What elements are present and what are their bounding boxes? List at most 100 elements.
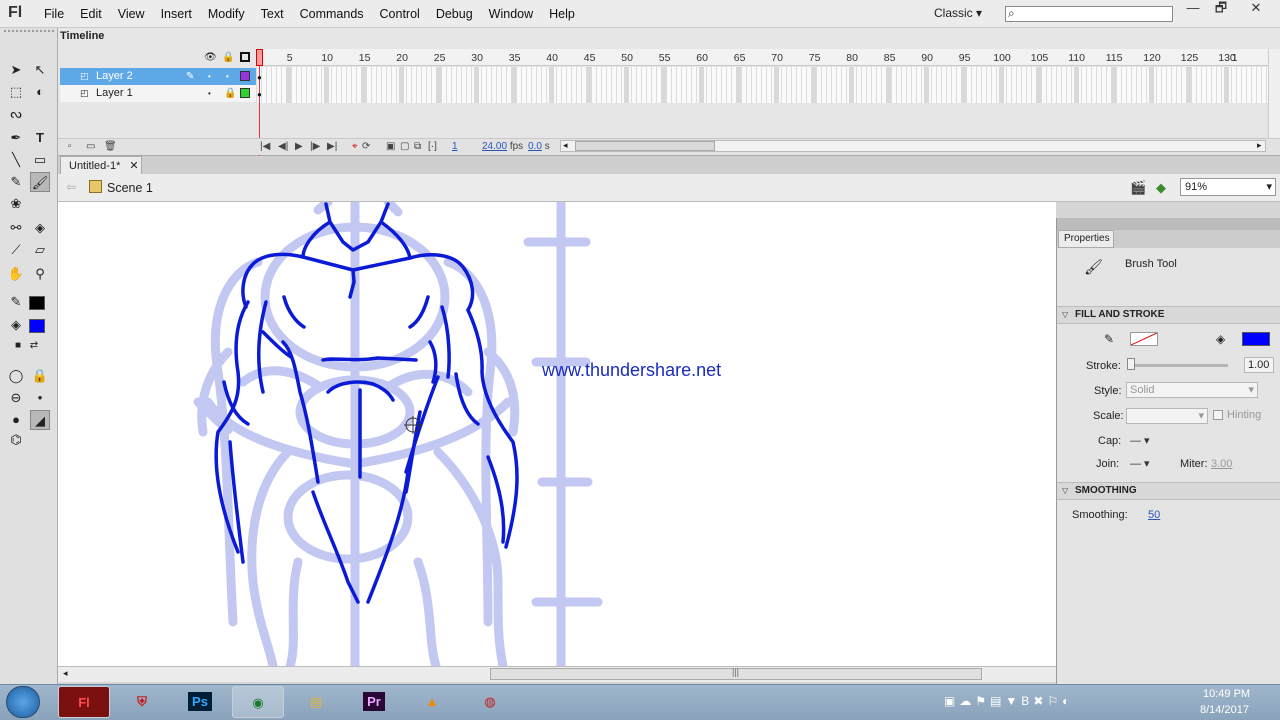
chrome-taskbar-icon[interactable]: ◉ bbox=[232, 686, 284, 718]
menu-control[interactable]: Control bbox=[372, 0, 428, 28]
panel-grip[interactable] bbox=[4, 30, 54, 38]
onion-outline-icon[interactable]: ▢ bbox=[400, 141, 409, 152]
scene-label[interactable]: Scene 1 bbox=[107, 181, 153, 195]
search-input[interactable] bbox=[1005, 6, 1173, 22]
menu-view[interactable]: View bbox=[110, 0, 153, 28]
explorer-taskbar-icon[interactable]: ▤ bbox=[290, 686, 342, 718]
document-tab[interactable]: Untitled-1* ✕ bbox=[60, 156, 142, 174]
paint-bucket-tool-icon[interactable]: ◈ bbox=[30, 218, 50, 238]
lock-fill-icon[interactable]: 🔒 bbox=[30, 366, 50, 386]
lock-icon[interactable]: 🔒 bbox=[222, 52, 234, 63]
zoom-tool-icon[interactable]: ⚲ bbox=[30, 264, 50, 284]
line-tool-icon[interactable]: ╲ bbox=[6, 150, 26, 170]
back-arrow-icon[interactable]: ⇦ bbox=[66, 180, 76, 194]
system-tray-icons[interactable]: ▣☁⚑▤▼B✖⚐◐ bbox=[944, 694, 1073, 708]
vlc-taskbar-icon[interactable]: ▲ bbox=[406, 686, 458, 718]
stroke-slider[interactable] bbox=[1130, 364, 1228, 367]
center-frame-icon[interactable]: ⌖ bbox=[352, 141, 358, 152]
lock-icon[interactable]: 🔒 bbox=[224, 85, 236, 102]
deco-tool-icon[interactable]: ❀ bbox=[6, 194, 26, 214]
go-first-icon[interactable]: |◀ bbox=[260, 141, 270, 152]
rectangle-tool-icon[interactable]: ▭ bbox=[30, 150, 50, 170]
fill-color-swatch[interactable] bbox=[1242, 332, 1270, 346]
style-select[interactable]: Solid ▾ bbox=[1126, 382, 1258, 398]
close-icon[interactable]: ✕ bbox=[129, 160, 138, 172]
pen-tool-icon[interactable]: ✒ bbox=[6, 128, 26, 148]
chevron-left-icon[interactable]: ◂ bbox=[563, 140, 568, 151]
clock-date[interactable]: 8/14/2017 bbox=[1200, 704, 1249, 716]
scale-select[interactable]: ▾ bbox=[1126, 408, 1208, 424]
loop-icon[interactable]: ⟳ bbox=[362, 141, 370, 152]
play-icon[interactable]: ▶ bbox=[295, 141, 303, 152]
frame-rate[interactable]: 24.00 fps bbox=[482, 141, 523, 152]
free-transform-tool-icon[interactable]: ⬚ bbox=[6, 82, 26, 102]
pencil-tool-icon[interactable]: ✎ bbox=[6, 172, 26, 192]
layer-row-layer1[interactable]: ◰ Layer 1 • 🔒 bbox=[60, 85, 256, 102]
menu-text[interactable]: Text bbox=[253, 0, 292, 28]
onion-markers-icon[interactable]: [·] bbox=[428, 141, 437, 152]
chevron-right-icon[interactable]: ▸ bbox=[1257, 140, 1262, 151]
smoothing-value[interactable]: 50 bbox=[1148, 509, 1160, 521]
menu-window[interactable]: Window bbox=[481, 0, 541, 28]
fill-color-swatch[interactable] bbox=[29, 319, 45, 333]
object-drawing-icon[interactable]: ◯ bbox=[6, 366, 26, 386]
stroke-color-swatch[interactable] bbox=[1130, 332, 1158, 346]
delete-layer-icon[interactable]: 🗑 bbox=[104, 141, 117, 152]
selection-tool-icon[interactable]: ➤ bbox=[6, 60, 26, 80]
minimize-button[interactable]: — bbox=[1180, 0, 1206, 18]
frame-grid[interactable] bbox=[256, 67, 1268, 103]
clock-time[interactable]: 10:49 PM bbox=[1203, 688, 1250, 700]
join-select[interactable]: — ▾ bbox=[1130, 457, 1150, 470]
menu-help[interactable]: Help bbox=[541, 0, 583, 28]
go-last-icon[interactable]: ▶| bbox=[327, 141, 337, 152]
visibility-dot[interactable]: • bbox=[208, 85, 211, 102]
hinting-checkbox[interactable] bbox=[1213, 410, 1223, 420]
lasso-tool-icon[interactable]: ᔓ bbox=[6, 104, 26, 124]
collapse-triangle-icon[interactable]: ▽ bbox=[1062, 310, 1068, 319]
timeline-vscrollbar[interactable] bbox=[1268, 49, 1280, 138]
3d-rotation-tool-icon[interactable]: ◐ bbox=[30, 82, 50, 102]
new-folder-icon[interactable]: ▭ bbox=[86, 141, 95, 152]
step-back-icon[interactable]: ◀| bbox=[278, 141, 288, 152]
cap-select[interactable]: — ▾ bbox=[1130, 434, 1150, 447]
playhead[interactable] bbox=[256, 49, 263, 66]
onion-skin-icon[interactable]: ▣ bbox=[386, 141, 395, 152]
brush-size-icon[interactable]: • bbox=[30, 388, 50, 408]
hand-tool-icon[interactable]: ✋ bbox=[6, 264, 26, 284]
menu-file[interactable]: File bbox=[36, 0, 72, 28]
visibility-dot[interactable]: • bbox=[208, 68, 211, 85]
menu-insert[interactable]: Insert bbox=[153, 0, 200, 28]
flash-taskbar-icon[interactable]: Fl bbox=[58, 686, 110, 718]
photoshop-taskbar-icon[interactable]: Ps bbox=[174, 686, 226, 718]
menu-debug[interactable]: Debug bbox=[428, 0, 481, 28]
layer-color-swatch[interactable] bbox=[240, 71, 250, 81]
new-layer-icon[interactable]: ▫ bbox=[68, 141, 72, 152]
brush-mode-icon[interactable]: ⊖ bbox=[6, 388, 26, 408]
subselection-tool-icon[interactable]: ↖ bbox=[30, 60, 50, 80]
security-taskbar-icon[interactable]: ⛨ bbox=[116, 686, 168, 718]
collapse-triangle-icon[interactable]: ▽ bbox=[1062, 486, 1068, 495]
workspace-switcher[interactable]: Classic ▾ bbox=[934, 6, 982, 20]
start-button[interactable] bbox=[6, 686, 40, 718]
brush-tool-icon[interactable]: 🖌 bbox=[30, 172, 50, 192]
bone-tool-icon[interactable]: ⚯ bbox=[6, 218, 26, 238]
edit-symbols-icon[interactable]: ◆ bbox=[1156, 180, 1166, 196]
close-button[interactable]: ✕ bbox=[1243, 0, 1269, 18]
miter-value[interactable]: 3.00 bbox=[1211, 458, 1232, 470]
menu-commands[interactable]: Commands bbox=[292, 0, 372, 28]
properties-tab[interactable]: Properties bbox=[1058, 230, 1114, 248]
zoom-select[interactable]: 91% ▾ bbox=[1180, 178, 1276, 196]
elapsed-time[interactable]: 0.0 s bbox=[528, 141, 550, 152]
section-smoothing[interactable]: SMOOTHING bbox=[1057, 482, 1280, 500]
restore-button[interactable]: 🗗 bbox=[1208, 0, 1234, 18]
brush-shape-angled-icon[interactable]: ◢ bbox=[30, 410, 50, 430]
section-fill-and-stroke[interactable]: FILL AND STROKE bbox=[1057, 306, 1280, 324]
step-forward-icon[interactable]: |▶ bbox=[310, 141, 320, 152]
edit-scene-icon[interactable]: 🎬 bbox=[1130, 180, 1146, 196]
timeline-tab[interactable]: Timeline bbox=[60, 30, 110, 46]
timeline-scroll-thumb[interactable] bbox=[575, 141, 715, 151]
pressure-icon[interactable]: ⌬ bbox=[6, 430, 26, 450]
menu-edit[interactable]: Edit bbox=[72, 0, 110, 28]
layer-color-swatch[interactable] bbox=[240, 88, 250, 98]
lock-dot[interactable]: • bbox=[226, 68, 229, 85]
